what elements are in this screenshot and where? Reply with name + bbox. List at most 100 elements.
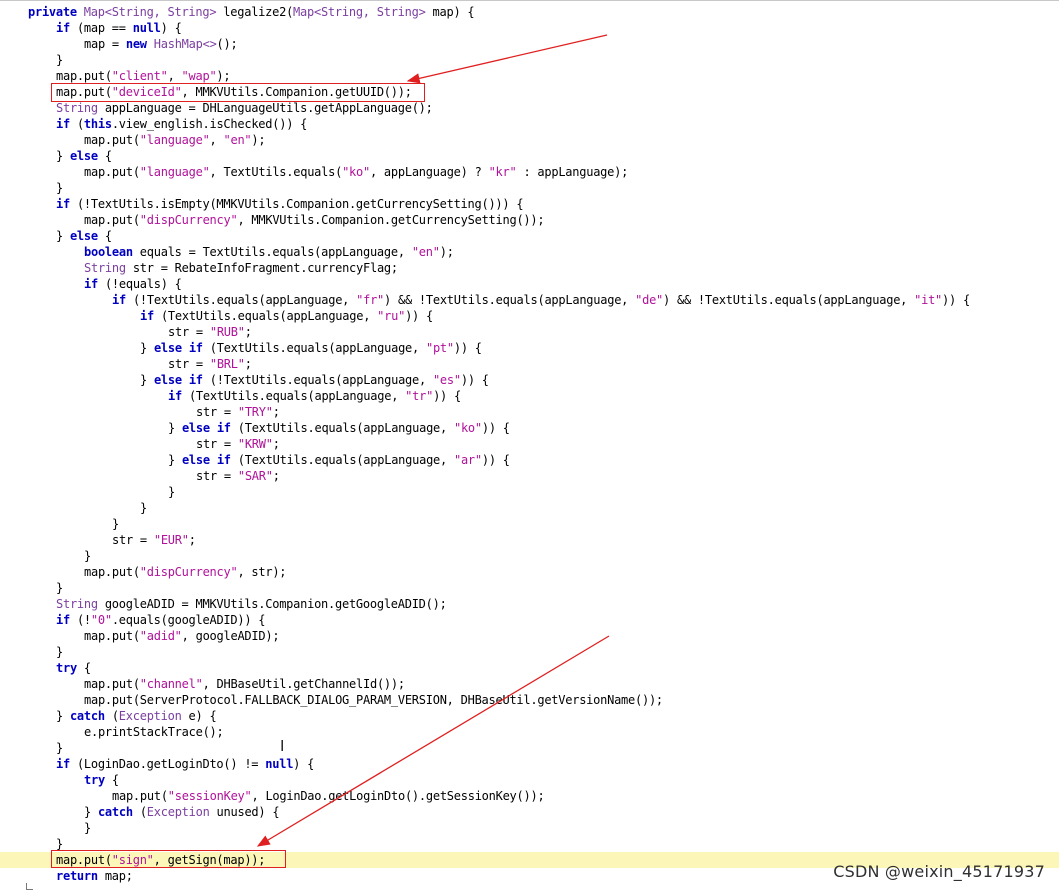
- code-line[interactable]: } else {: [0, 228, 1059, 244]
- code-line[interactable]: String googleADID = MMKVUtils.Companion.…: [0, 596, 1059, 612]
- code-token: "it": [914, 293, 943, 307]
- code-editor[interactable]: private Map<String, String> legalize2(Ma…: [0, 0, 1059, 892]
- code-line[interactable]: if (this.view_english.isChecked()) {: [0, 116, 1059, 132]
- code-line[interactable]: try {: [0, 660, 1059, 676]
- code-line[interactable]: } else if (TextUtils.equals(appLanguage,…: [0, 420, 1059, 436]
- code-line[interactable]: map.put("sessionKey", LoginDao.getLoginD…: [0, 788, 1059, 804]
- code-token: Exception: [146, 805, 217, 819]
- code-token: "SAR": [237, 469, 273, 483]
- code-token: "0": [90, 613, 112, 627]
- code-line[interactable]: }: [0, 548, 1059, 564]
- code-token: )) {: [481, 453, 510, 467]
- code-token: }: [168, 453, 182, 467]
- code-line[interactable]: map = new HashMap<>();: [0, 36, 1059, 52]
- code-line[interactable]: map.put("language", "en");: [0, 132, 1059, 148]
- sign-highlight-box: [51, 850, 286, 868]
- code-token: "wap": [181, 69, 217, 83]
- code-token: ;: [188, 533, 196, 547]
- code-line[interactable]: }: [0, 516, 1059, 532]
- code-line[interactable]: if (TextUtils.equals(appLanguage, "ru"))…: [0, 308, 1059, 324]
- code-line[interactable]: } else {: [0, 148, 1059, 164]
- code-line[interactable]: String appLanguage = DHLanguageUtils.get…: [0, 100, 1059, 116]
- code-line[interactable]: map.put("dispCurrency", str);: [0, 564, 1059, 580]
- code-token: ) {: [293, 757, 315, 771]
- code-token: "es": [432, 373, 461, 387]
- code-line[interactable]: String str = RebateInfoFragment.currency…: [0, 260, 1059, 276]
- code-line[interactable]: if (map == null) {: [0, 20, 1059, 36]
- code-line[interactable]: if (!"0".equals(googleADID)) {: [0, 612, 1059, 628]
- code-line[interactable]: if (LoginDao.getLoginDto() != null) {: [0, 756, 1059, 772]
- code-line[interactable]: }: [0, 644, 1059, 660]
- code-line[interactable]: }: [0, 52, 1059, 68]
- code-token: "adid": [139, 629, 182, 643]
- code-token: }: [168, 485, 175, 499]
- code-line[interactable]: try {: [0, 772, 1059, 788]
- code-token: String: [84, 261, 133, 275]
- code-line[interactable]: map.put("language", TextUtils.equals("ko…: [0, 164, 1059, 180]
- code-line[interactable]: } else if (TextUtils.equals(appLanguage,…: [0, 452, 1059, 468]
- code-line[interactable]: }: [0, 580, 1059, 596]
- code-line[interactable]: } else if (!TextUtils.equals(appLanguage…: [0, 372, 1059, 388]
- code-token: googleADID = MMKVUtils.Companion.getGoog…: [104, 597, 447, 611]
- code-line[interactable]: str = "EUR";: [0, 532, 1059, 548]
- code-token: private: [28, 5, 84, 19]
- code-line[interactable]: map.put("adid", googleADID);: [0, 628, 1059, 644]
- code-token: if: [56, 613, 77, 627]
- code-token: }: [56, 581, 63, 595]
- code-token: equals = TextUtils.equals(appLanguage,: [139, 245, 412, 259]
- code-line[interactable]: str = "SAR";: [0, 468, 1059, 484]
- code-line[interactable]: if (!TextUtils.equals(appLanguage, "fr")…: [0, 292, 1059, 308]
- code-token: map.put(: [56, 69, 112, 83]
- code-token: if: [56, 197, 77, 211]
- code-line[interactable]: }: [0, 500, 1059, 516]
- code-line[interactable]: str = "BRL";: [0, 356, 1059, 372]
- code-token: , appLanguage) ?: [369, 165, 489, 179]
- code-token: (!TextUtils.equals(appLanguage,: [209, 373, 433, 387]
- code-token: "BRL": [209, 357, 245, 371]
- code-token: )) {: [481, 421, 510, 435]
- code-line[interactable]: if (TextUtils.equals(appLanguage, "tr"))…: [0, 388, 1059, 404]
- code-token: (: [76, 117, 84, 131]
- code-token: ;: [272, 469, 280, 483]
- code-token: : appLanguage);: [516, 165, 629, 179]
- code-line[interactable]: } else if (TextUtils.equals(appLanguage,…: [0, 340, 1059, 356]
- code-token: {: [111, 773, 119, 787]
- code-line[interactable]: map.put(ServerProtocol.FALLBACK_DIALOG_P…: [0, 692, 1059, 708]
- code-line[interactable]: boolean equals = TextUtils.equals(appLan…: [0, 244, 1059, 260]
- code-token: str =: [112, 533, 154, 547]
- code-line[interactable]: str = "RUB";: [0, 324, 1059, 340]
- code-line[interactable]: } catch (Exception e) {: [0, 708, 1059, 724]
- fold-marker-icon[interactable]: [26, 883, 33, 890]
- code-token: map) {: [432, 5, 475, 19]
- code-line[interactable]: } catch (Exception unused) {: [0, 804, 1059, 820]
- code-token: else if: [181, 453, 238, 467]
- code-line[interactable]: map.put("dispCurrency", MMKVUtils.Compan…: [0, 212, 1059, 228]
- code-token: this: [83, 117, 112, 131]
- code-token: else: [69, 229, 105, 243]
- code-token: "dispCurrency": [139, 213, 238, 227]
- code-token: "tr": [405, 389, 434, 403]
- code-line[interactable]: }: [0, 180, 1059, 196]
- code-token: (TextUtils.equals(appLanguage,: [237, 421, 454, 435]
- code-token: "ko": [342, 165, 370, 179]
- code-line[interactable]: }: [0, 740, 1059, 756]
- code-line[interactable]: if (!equals) {: [0, 276, 1059, 292]
- code-line[interactable]: private Map<String, String> legalize2(Ma…: [0, 4, 1059, 20]
- code-token: {: [83, 661, 91, 675]
- code-line[interactable]: }: [0, 484, 1059, 500]
- code-line[interactable]: if (!TextUtils.isEmpty(MMKVUtils.Compani…: [0, 196, 1059, 212]
- code-token: map.put(ServerProtocol.FALLBACK_DIALOG_P…: [84, 693, 663, 707]
- code-token: "client": [111, 69, 168, 83]
- code-token: "fr": [356, 293, 385, 307]
- code-line[interactable]: map.put("channel", DHBaseUtil.getChannel…: [0, 676, 1059, 692]
- code-token: (: [111, 709, 119, 723]
- code-line[interactable]: e.printStackTrace();: [0, 724, 1059, 740]
- code-token: (!TextUtils.equals(appLanguage,: [132, 293, 357, 307]
- code-line[interactable]: map.put("client", "wap");: [0, 68, 1059, 84]
- code-token: ();: [216, 37, 238, 51]
- code-line[interactable]: str = "TRY";: [0, 404, 1059, 420]
- code-line[interactable]: str = "KRW";: [0, 436, 1059, 452]
- code-token: }: [56, 229, 70, 243]
- code-token: )) {: [405, 309, 433, 323]
- code-line[interactable]: }: [0, 820, 1059, 836]
